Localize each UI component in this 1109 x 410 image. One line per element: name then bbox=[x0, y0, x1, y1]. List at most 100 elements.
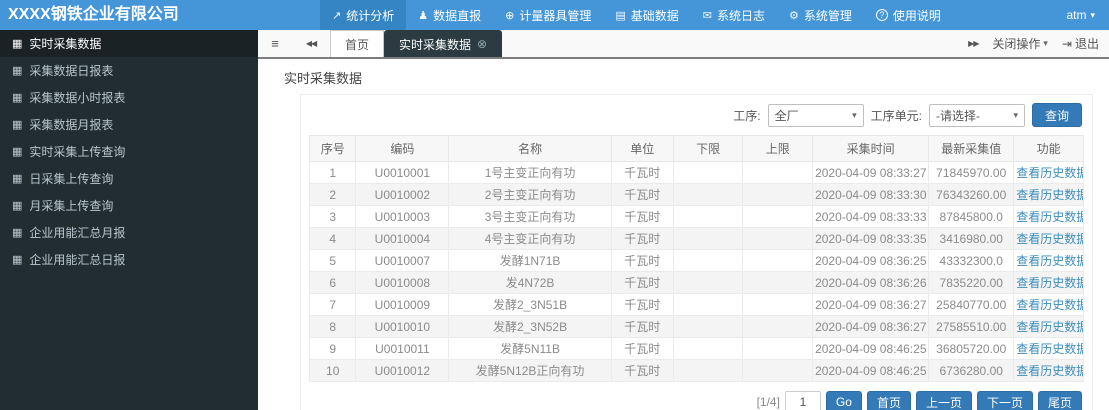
cell-action: 查看历史数据 bbox=[1013, 249, 1084, 272]
tab-label: 首页 bbox=[345, 37, 370, 52]
grid-icon: ▦ bbox=[12, 227, 23, 239]
table-row: 6 U0010008 发4N72B 千瓦时 2020-04-09 08:36:26 783… bbox=[308, 271, 1084, 294]
cell-action: 查看历史数据 bbox=[1013, 227, 1084, 250]
cell-name: 发酵1N71B bbox=[448, 249, 612, 272]
nav-item-base-data[interactable]: ▤ 基础数据 bbox=[603, 0, 690, 30]
process-unit-label: 工序单元: bbox=[870, 108, 922, 123]
nav-item-meter-management[interactable]: ⊕ 计量器具管理 bbox=[493, 0, 603, 30]
sidebar: ▦ 实时采集数据 ▦ 采集数据日报表 ▦ 采集数据小时报表 ▦ 采集数据月报表 … bbox=[0, 30, 258, 410]
prev-page-button[interactable]: 上一页 bbox=[915, 391, 972, 410]
tab-realtime-data[interactable]: 实时采集数据 ⊗ bbox=[384, 30, 503, 57]
history-link[interactable]: 查看历史数据 bbox=[1016, 188, 1082, 202]
history-link[interactable]: 查看历史数据 bbox=[1016, 210, 1082, 224]
nav-label: 数据直报 bbox=[433, 8, 482, 23]
sidebar-item-energy-monthly-summary[interactable]: ▦ 企业用能汇总月报 bbox=[0, 219, 258, 246]
cell-unit: 千瓦时 bbox=[610, 205, 674, 228]
history-link[interactable]: 查看历史数据 bbox=[1016, 232, 1082, 246]
page-input[interactable] bbox=[784, 391, 821, 410]
sidebar-item-monthly-report[interactable]: ▦ 采集数据月报表 bbox=[0, 111, 258, 138]
cell-code: U0010011 bbox=[355, 337, 450, 360]
table-row: 4 U0010004 4号主变正向有功 千瓦时 2020-04-09 08:33:35 3… bbox=[308, 227, 1084, 250]
go-button[interactable]: Go bbox=[825, 391, 862, 410]
next-page-button[interactable]: 下一页 bbox=[976, 391, 1033, 410]
history-link[interactable]: 查看历史数据 bbox=[1016, 254, 1082, 268]
tabs-scroll-left-icon[interactable]: ◀◀ bbox=[292, 30, 330, 57]
process-select[interactable]: 全厂 ▾ bbox=[767, 103, 864, 127]
globe-icon: ⊕ bbox=[505, 9, 515, 22]
grid-icon: ▦ bbox=[12, 65, 23, 77]
col-header-name: 名称 bbox=[448, 135, 612, 162]
history-link[interactable]: 查看历史数据 bbox=[1016, 342, 1082, 356]
col-header-value: 最新采集值 bbox=[928, 135, 1015, 162]
app-window: XXXX钢铁企业有限公司 ↗ 统计分析 ♟ 数据直报 ⊕ 计量器具管理 ▤ 基础… bbox=[0, 0, 1109, 410]
envelope-icon: ✉ bbox=[702, 9, 712, 22]
table-header-row: 序号 编码 名称 单位 下限 上限 采集时间 最新采集值 功能 bbox=[308, 135, 1084, 162]
sidebar-item-hourly-report[interactable]: ▦ 采集数据小时报表 bbox=[0, 84, 258, 111]
grid-icon: ▦ bbox=[12, 173, 23, 185]
history-link[interactable]: 查看历史数据 bbox=[1016, 298, 1082, 312]
tab-home[interactable]: 首页 bbox=[330, 30, 385, 57]
cell-name: 2号主变正向有功 bbox=[448, 183, 612, 206]
cell-sn: 6 bbox=[308, 271, 357, 294]
tabs-scroll-right-icon[interactable]: ▶▶ bbox=[968, 39, 979, 48]
process-unit-select-value: -请选择- bbox=[935, 108, 980, 123]
nav-item-data-report[interactable]: ♟ 数据直报 bbox=[406, 0, 493, 30]
col-header-time: 采集时间 bbox=[812, 135, 930, 162]
cell-sn: 1 bbox=[308, 161, 357, 184]
sidebar-item-monthly-upload-query[interactable]: ▦ 月采集上传查询 bbox=[0, 192, 258, 219]
logout-button[interactable]: ⇥ 退出 bbox=[1062, 35, 1099, 52]
cell-upper bbox=[742, 337, 814, 360]
nav-item-statistics[interactable]: ↗ 统计分析 bbox=[320, 0, 407, 30]
tab-close-icon[interactable]: ⊗ bbox=[477, 37, 487, 51]
nav-label: 系统管理 bbox=[803, 8, 852, 23]
process-unit-select[interactable]: -请选择- ▾ bbox=[928, 103, 1025, 127]
cell-code: U0010012 bbox=[355, 359, 450, 382]
sidebar-item-label: 企业用能汇总月报 bbox=[29, 226, 126, 240]
nav-item-help[interactable]: ? 使用说明 bbox=[864, 0, 953, 30]
sidebar-item-realtime-data[interactable]: ▦ 实时采集数据 bbox=[0, 30, 258, 57]
cell-action: 查看历史数据 bbox=[1013, 205, 1084, 228]
cell-action: 查看历史数据 bbox=[1013, 161, 1084, 184]
cell-code: U0010009 bbox=[355, 293, 450, 316]
cell-unit: 千瓦时 bbox=[610, 271, 674, 294]
cell-sn: 3 bbox=[308, 205, 357, 228]
last-page-button[interactable]: 尾页 bbox=[1037, 391, 1082, 410]
cell-value: 7835220.00 bbox=[928, 271, 1015, 294]
sidebar-item-daily-report[interactable]: ▦ 采集数据日报表 bbox=[0, 57, 258, 84]
close-operations-dropdown[interactable]: 关闭操作 ▾ bbox=[992, 35, 1048, 52]
cell-upper bbox=[742, 293, 814, 316]
sidebar-item-realtime-upload-query[interactable]: ▦ 实时采集上传查询 bbox=[0, 138, 258, 165]
username: atm bbox=[1066, 8, 1087, 22]
cell-unit: 千瓦时 bbox=[610, 293, 674, 316]
cell-value: 3416980.00 bbox=[928, 227, 1015, 250]
history-link[interactable]: 查看历史数据 bbox=[1016, 276, 1082, 290]
top-nav: ↗ 统计分析 ♟ 数据直报 ⊕ 计量器具管理 ▤ 基础数据 ✉ 系统日志 ⚙ 系… bbox=[320, 0, 953, 30]
search-button[interactable]: 查询 bbox=[1031, 103, 1082, 127]
col-header-sn: 序号 bbox=[308, 135, 357, 162]
cell-value: 36805720.00 bbox=[928, 337, 1015, 360]
cell-lower bbox=[672, 183, 744, 206]
process-label: 工序: bbox=[733, 108, 761, 123]
nav-item-system-management[interactable]: ⚙ 系统管理 bbox=[777, 0, 864, 30]
table-row: 9 U0010011 发酵5N11B 千瓦时 2020-04-09 08:46:25 36… bbox=[308, 337, 1084, 360]
first-page-button[interactable]: 首页 bbox=[866, 391, 911, 410]
cell-time: 2020-04-09 08:36:27 bbox=[812, 315, 930, 338]
history-link[interactable]: 查看历史数据 bbox=[1016, 320, 1082, 334]
nav-item-system-log[interactable]: ✉ 系统日志 bbox=[691, 0, 777, 30]
sidebar-item-label: 实时采集数据 bbox=[29, 37, 102, 51]
book-icon: ▤ bbox=[615, 9, 626, 22]
history-link[interactable]: 查看历史数据 bbox=[1016, 166, 1082, 180]
sidebar-item-label: 实时采集上传查询 bbox=[29, 145, 126, 159]
sidebar-item-energy-daily-summary[interactable]: ▦ 企业用能汇总日报 bbox=[0, 246, 258, 273]
chevron-down-icon: ▾ bbox=[852, 109, 857, 120]
user-menu[interactable]: atm ▾ bbox=[1052, 0, 1109, 30]
page-title: 实时采集数据 bbox=[284, 71, 363, 86]
nav-label: 统计分析 bbox=[346, 8, 395, 23]
sidebar-item-daily-upload-query[interactable]: ▦ 日采集上传查询 bbox=[0, 165, 258, 192]
cell-unit: 千瓦时 bbox=[610, 161, 674, 184]
history-link[interactable]: 查看历史数据 bbox=[1016, 364, 1082, 378]
menu-toggle-icon[interactable]: ≡ bbox=[258, 30, 292, 57]
cell-name: 3号主变正向有功 bbox=[448, 205, 612, 228]
gear-icon: ⚙ bbox=[789, 9, 799, 22]
nav-label: 使用说明 bbox=[892, 8, 941, 23]
